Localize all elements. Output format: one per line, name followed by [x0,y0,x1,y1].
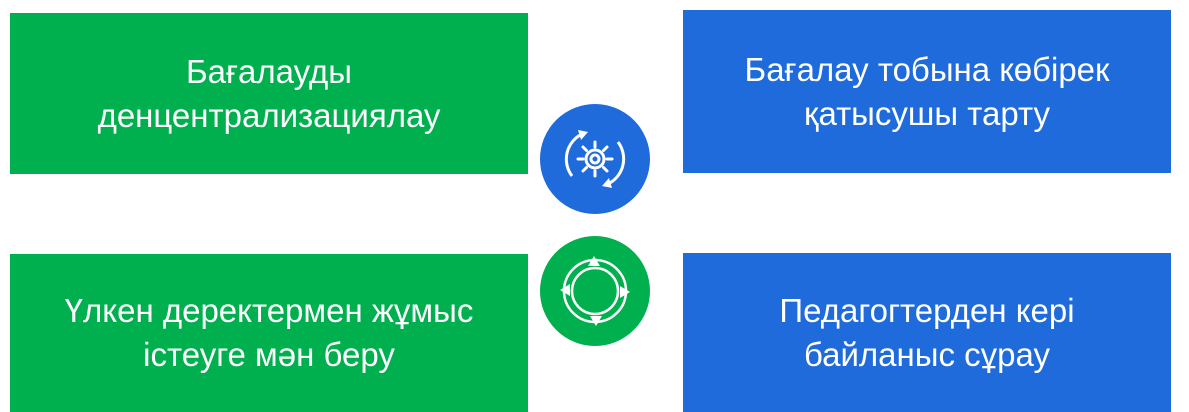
circular-arrows-icon [560,256,630,326]
box-involve-participants: Бағалау тобына көбірек қатысушы тарту [683,10,1171,173]
circular-arrows-circle [536,232,654,350]
box-teacher-feedback: Педагогтерден кері байланыс сұрау [683,253,1171,412]
box-decentralize-assessment: Бағалауды денцентрализациялау [10,13,528,174]
box-teacher-feedback-label: Педагогтерден кері байланыс сұрау [779,291,1075,373]
box-big-data: Үлкен деректермен жұмыс істеуге мән беру [10,254,528,412]
box-decentralize-assessment-label: Бағалауды денцентрализациялау [97,52,441,134]
box-involve-participants-label: Бағалау тобына көбірек қатысушы тарту [744,50,1110,132]
gear-cycle-icon [564,130,626,188]
box-big-data-label: Үлкен деректермен жұмыс істеуге мән беру [64,292,474,373]
gear-cycle-circle [536,100,654,218]
